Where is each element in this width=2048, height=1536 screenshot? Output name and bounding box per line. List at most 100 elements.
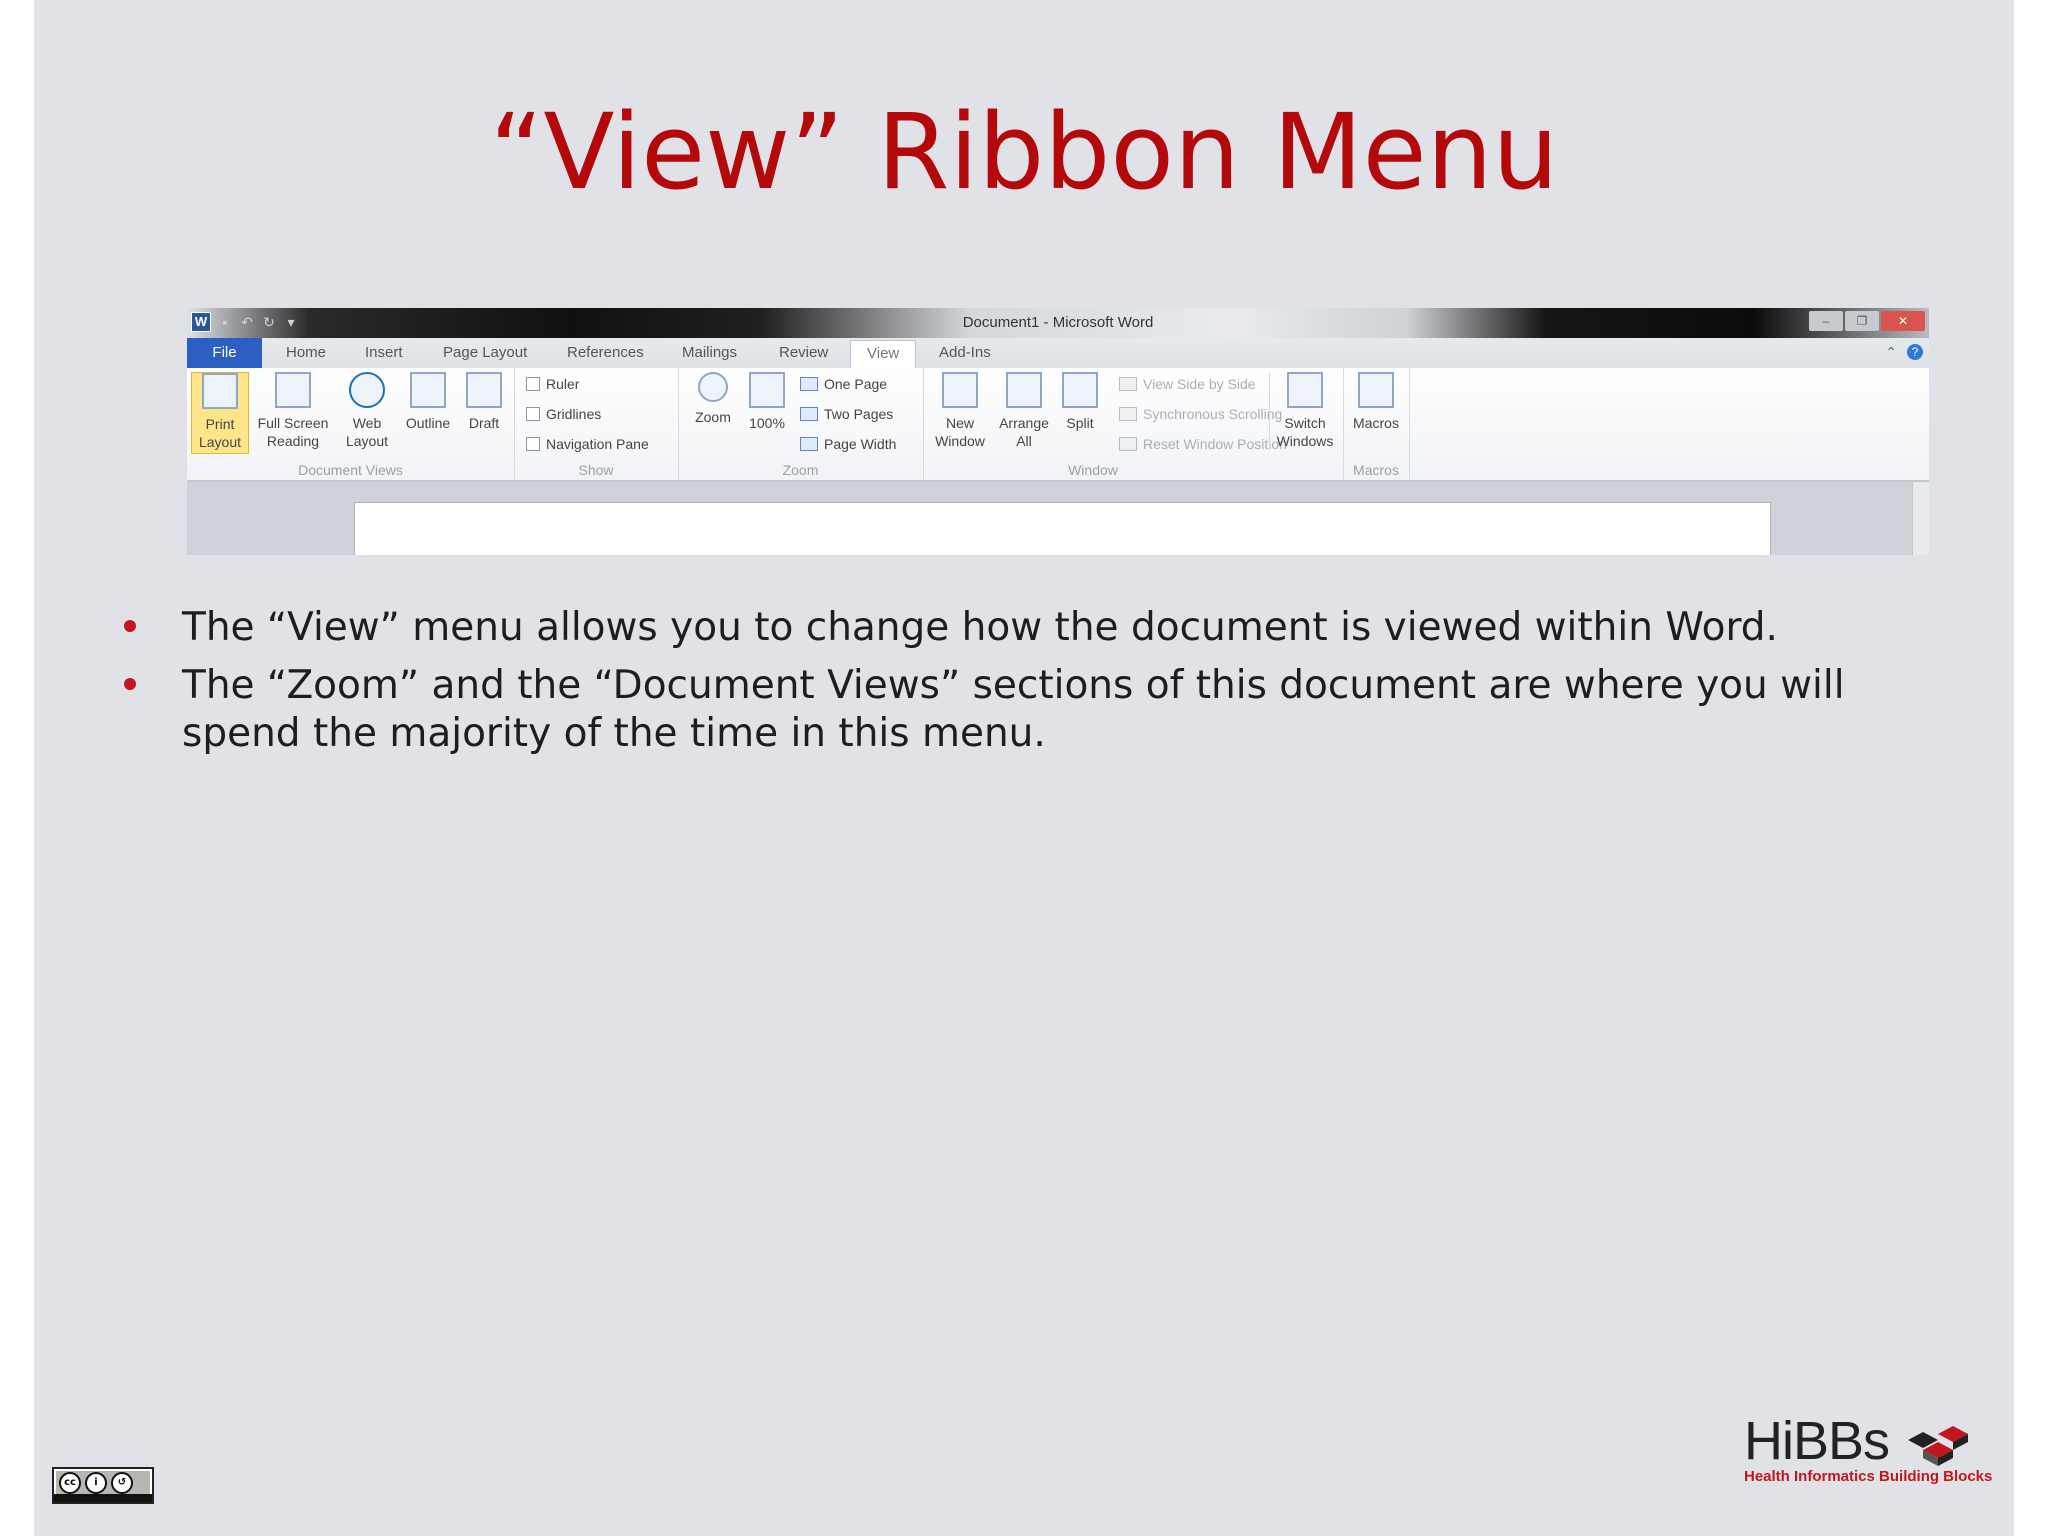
document-title: Document1 - Microsoft Word bbox=[962, 314, 1154, 331]
draft-label: Draft bbox=[468, 415, 500, 431]
view-side-by-side-button[interactable]: View Side by Side bbox=[1119, 376, 1256, 392]
outline-button[interactable]: Outline bbox=[397, 372, 459, 432]
macros-button[interactable]: Macros bbox=[1349, 372, 1403, 432]
tab-file[interactable]: File bbox=[187, 338, 262, 368]
hibbs-logo-tagline: Health Informatics Building Blocks bbox=[1744, 1468, 1993, 1485]
page-100-icon bbox=[749, 372, 785, 408]
minimize-icon[interactable]: – bbox=[1809, 311, 1843, 331]
slide-title: “View” Ribbon Menu bbox=[489, 91, 1559, 213]
building-blocks-icon bbox=[1908, 1425, 1969, 1466]
full-screen-reading-label: Full Screen Reading bbox=[257, 415, 329, 449]
view-ribbon: Print Layout Full Screen Reading Web Lay… bbox=[187, 368, 1929, 482]
arrange-all-label: Arrange All bbox=[999, 415, 1049, 449]
hibbs-logo-word: HiBBs bbox=[1744, 1410, 1973, 1472]
bullet-text: The “Zoom” and the “Document Views” sect… bbox=[182, 663, 1845, 756]
restore-icon[interactable]: ❐ bbox=[1845, 311, 1879, 331]
one-page-label: One Page bbox=[824, 376, 888, 392]
show-group-label: Show bbox=[578, 462, 614, 478]
web-layout-label: Web Layout bbox=[345, 415, 389, 449]
word-title-bar: W ▪ ↶ ↻ ▾ Document1 - Microsoft Word – ❐… bbox=[187, 308, 1929, 338]
one-page-icon bbox=[800, 377, 818, 391]
outline-label: Outline bbox=[405, 415, 451, 431]
hibbs-logo-text: HiBBs bbox=[1744, 1411, 1890, 1471]
ribbon-help-area: ⌃ ? bbox=[1885, 344, 1923, 361]
page-width-label: Page Width bbox=[824, 436, 897, 452]
full-screen-reading-button[interactable]: Full Screen Reading bbox=[251, 372, 335, 450]
page-width-icon bbox=[800, 437, 818, 451]
navigation-pane-checkbox-box[interactable] bbox=[526, 437, 540, 451]
ruler-checkbox-box[interactable] bbox=[526, 377, 540, 391]
window-group-label: Window bbox=[1068, 462, 1118, 478]
print-layout-icon bbox=[202, 373, 238, 409]
navigation-pane-label: Navigation Pane bbox=[546, 436, 649, 452]
tab-home[interactable]: Home bbox=[286, 344, 326, 361]
tab-mailings[interactable]: Mailings bbox=[682, 344, 737, 361]
zoom-group-label: Zoom bbox=[782, 462, 819, 478]
one-page-button[interactable]: One Page bbox=[800, 376, 887, 392]
ribbon-tabs: File Home Insert Page Layout References … bbox=[187, 338, 1929, 369]
split-label: Split bbox=[1066, 415, 1094, 431]
page-width-button[interactable]: Page Width bbox=[800, 436, 896, 452]
group-macros: Macros Macros bbox=[1343, 368, 1410, 480]
share-alike-icon: ↺ bbox=[111, 1471, 133, 1494]
bullet-list: The “View” menu allows you to change how… bbox=[112, 604, 1932, 768]
zoom-label: Zoom bbox=[695, 409, 731, 425]
new-window-button[interactable]: New Window bbox=[929, 372, 991, 450]
tab-review[interactable]: Review bbox=[779, 344, 828, 361]
hibbs-logo: HiBBs Health Informatics Building Blocks bbox=[1744, 1410, 1992, 1490]
bullet-dot-icon bbox=[124, 678, 136, 690]
switch-windows-label: Switch Windows bbox=[1276, 415, 1334, 449]
close-icon[interactable]: ✕ bbox=[1881, 311, 1925, 331]
synchronous-scrolling-label: Synchronous Scrolling bbox=[1143, 406, 1283, 422]
reset-window-position-button[interactable]: Reset Window Position bbox=[1119, 436, 1287, 452]
switch-windows-button[interactable]: Switch Windows bbox=[1269, 372, 1340, 450]
tab-page-layout[interactable]: Page Layout bbox=[443, 344, 527, 361]
help-icon[interactable]: ? bbox=[1907, 344, 1923, 360]
new-window-icon bbox=[942, 372, 978, 408]
zoom-button[interactable]: Zoom bbox=[688, 372, 738, 426]
zoom-100-button[interactable]: 100% bbox=[742, 372, 792, 432]
web-layout-button[interactable]: Web Layout bbox=[339, 372, 395, 450]
arrange-all-button[interactable]: Arrange All bbox=[993, 372, 1055, 450]
zoom-100-label: 100% bbox=[749, 415, 785, 431]
split-icon bbox=[1062, 372, 1098, 408]
outline-icon bbox=[410, 372, 446, 408]
switch-windows-icon bbox=[1287, 372, 1323, 408]
print-layout-label: Print Layout bbox=[198, 416, 242, 450]
new-window-label: New Window bbox=[935, 415, 985, 449]
bullet-item: The “Zoom” and the “Document Views” sect… bbox=[112, 662, 1932, 758]
tab-references[interactable]: References bbox=[567, 344, 644, 361]
gridlines-label: Gridlines bbox=[546, 406, 602, 422]
navigation-pane-checkbox[interactable]: Navigation Pane bbox=[526, 436, 649, 452]
creative-commons-badge: cc i ↺ bbox=[52, 1467, 154, 1504]
tab-add-ins[interactable]: Add-Ins bbox=[939, 344, 991, 361]
two-pages-button[interactable]: Two Pages bbox=[800, 406, 893, 422]
bullet-item: The “View” menu allows you to change how… bbox=[112, 604, 1932, 652]
split-button[interactable]: Split bbox=[1055, 372, 1105, 432]
bullet-dot-icon bbox=[124, 620, 136, 632]
two-pages-icon bbox=[800, 407, 818, 421]
cc-label-strip bbox=[54, 1494, 152, 1502]
ruler-checkbox[interactable]: Ruler bbox=[526, 376, 579, 392]
gridlines-checkbox[interactable]: Gridlines bbox=[526, 406, 601, 422]
macros-label: Macros bbox=[1353, 415, 1399, 431]
tab-insert[interactable]: Insert bbox=[365, 344, 403, 361]
synchronous-scrolling-button[interactable]: Synchronous Scrolling bbox=[1119, 406, 1282, 422]
group-zoom: Zoom 100% One Page Two Pages Page Width bbox=[678, 368, 924, 480]
document-area bbox=[187, 482, 1929, 555]
minimize-ribbon-icon[interactable]: ⌃ bbox=[1885, 344, 1897, 361]
document-page[interactable] bbox=[354, 502, 1771, 555]
group-show: Ruler Gridlines Navigation Pane Show bbox=[514, 368, 679, 480]
web-layout-icon bbox=[349, 372, 385, 408]
magnifier-icon bbox=[698, 372, 728, 402]
draft-button[interactable]: Draft bbox=[459, 372, 509, 432]
cc-icon: cc bbox=[59, 1471, 81, 1494]
vertical-scrollbar[interactable] bbox=[1912, 482, 1929, 555]
reset-window-position-icon bbox=[1119, 437, 1137, 451]
gridlines-checkbox-box[interactable] bbox=[526, 407, 540, 421]
tab-view[interactable]: View bbox=[850, 340, 917, 369]
print-layout-button[interactable]: Print Layout bbox=[191, 372, 249, 454]
view-side-by-side-icon bbox=[1119, 377, 1137, 391]
document-views-group-label: Document Views bbox=[298, 462, 403, 478]
full-screen-reading-icon bbox=[275, 372, 311, 408]
